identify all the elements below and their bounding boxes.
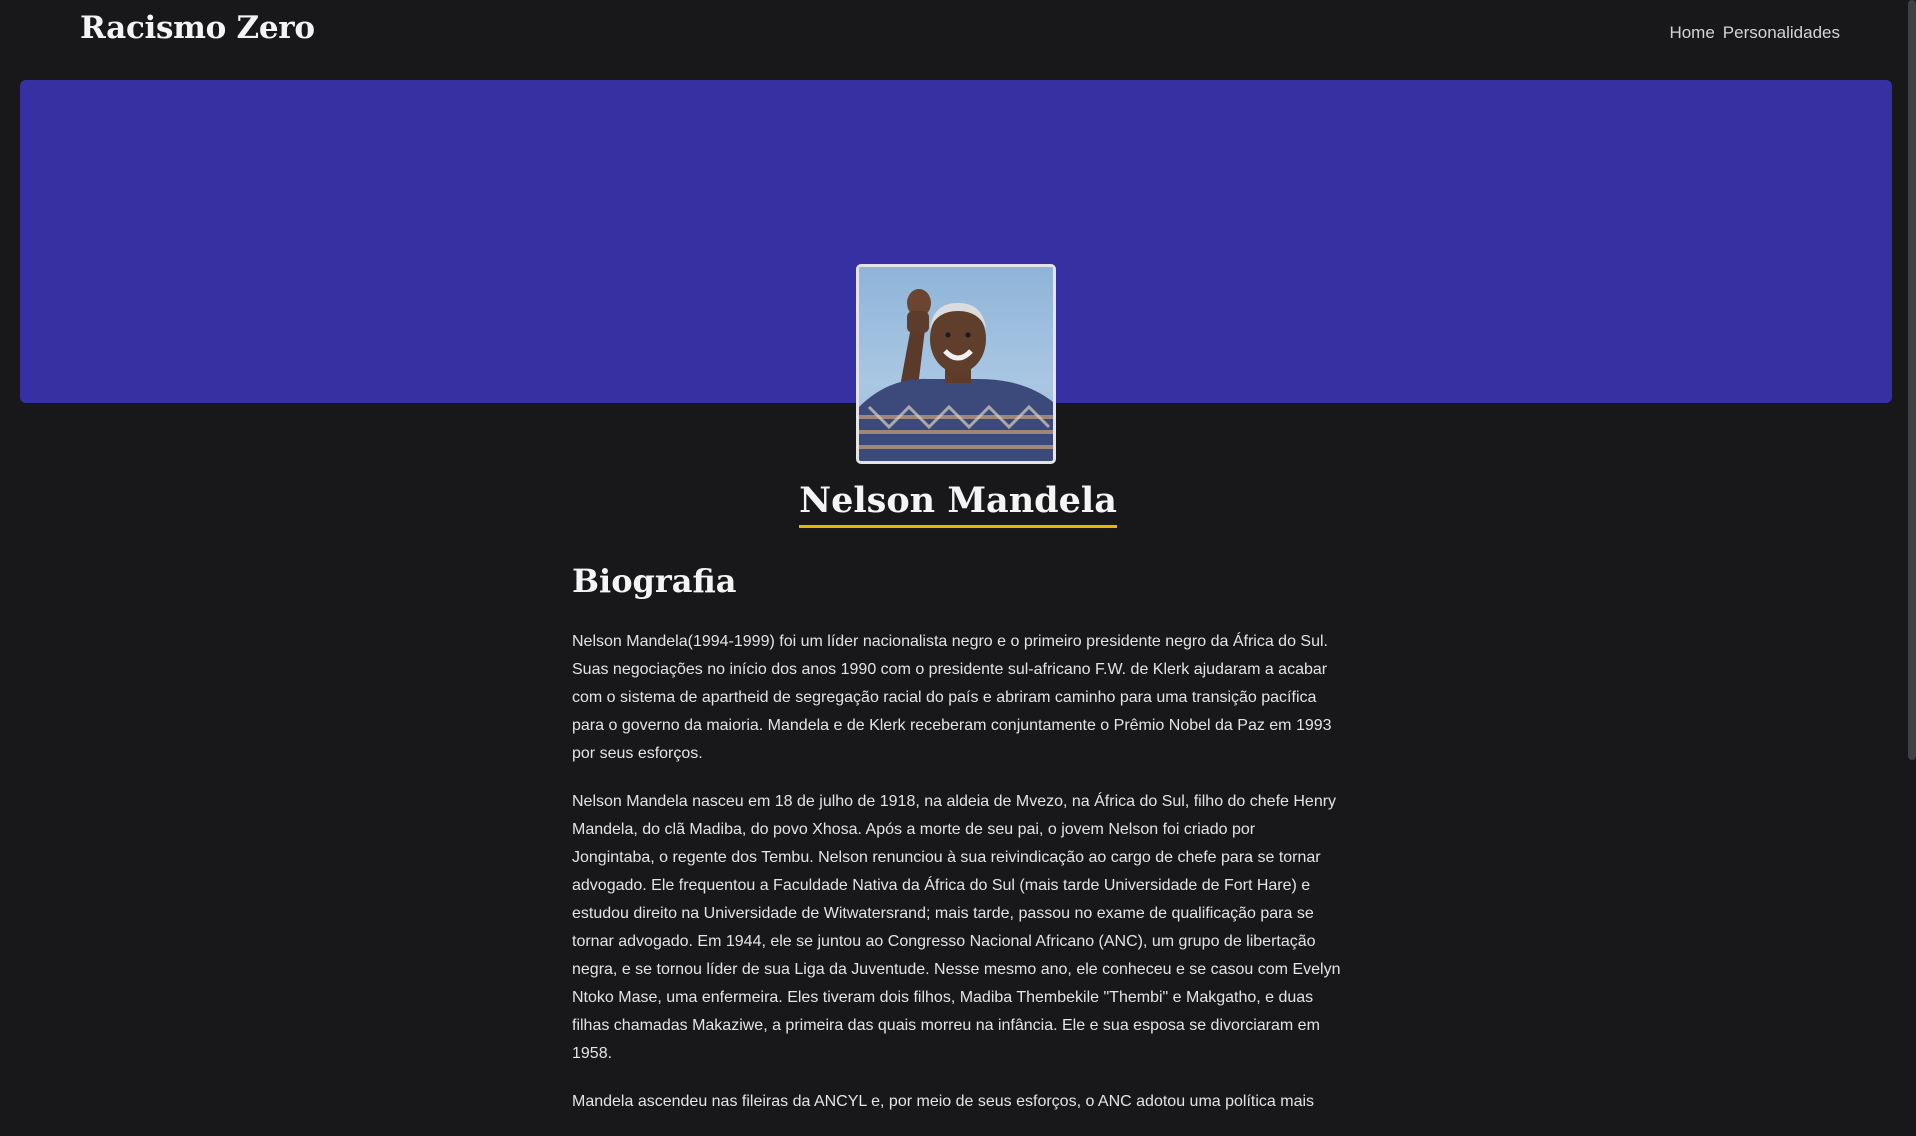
nav-link-home[interactable]: Home xyxy=(1669,23,1714,43)
profile-portrait-image xyxy=(856,264,1056,464)
biography-title: Biografia xyxy=(572,562,737,600)
brand-logo[interactable]: Racismo Zero xyxy=(80,10,315,46)
profile-name: Nelson Mandela xyxy=(799,478,1117,528)
profile-name-heading: Nelson Mandela xyxy=(0,478,1916,528)
portrait-photo-icon xyxy=(859,289,1053,461)
biography-section: Biografia Nelson Mandela(1994-1999) foi … xyxy=(572,560,1342,1136)
biography-paragraph: Nelson Mandela nasceu em 18 de julho de … xyxy=(572,793,1341,1062)
nav-links: Home Personalidades xyxy=(1669,23,1840,43)
nav-link-personalidades[interactable]: Personalidades xyxy=(1723,23,1840,43)
top-navbar: Racismo Zero Home Personalidades xyxy=(0,0,1916,70)
page-scrollbar[interactable] xyxy=(1908,0,1916,760)
biography-paragraph: Nelson Mandela(1994-1999) foi um líder n… xyxy=(572,633,1332,762)
biography-paragraph: Mandela ascendeu nas fileiras da ANCYL e… xyxy=(572,1093,1315,1110)
